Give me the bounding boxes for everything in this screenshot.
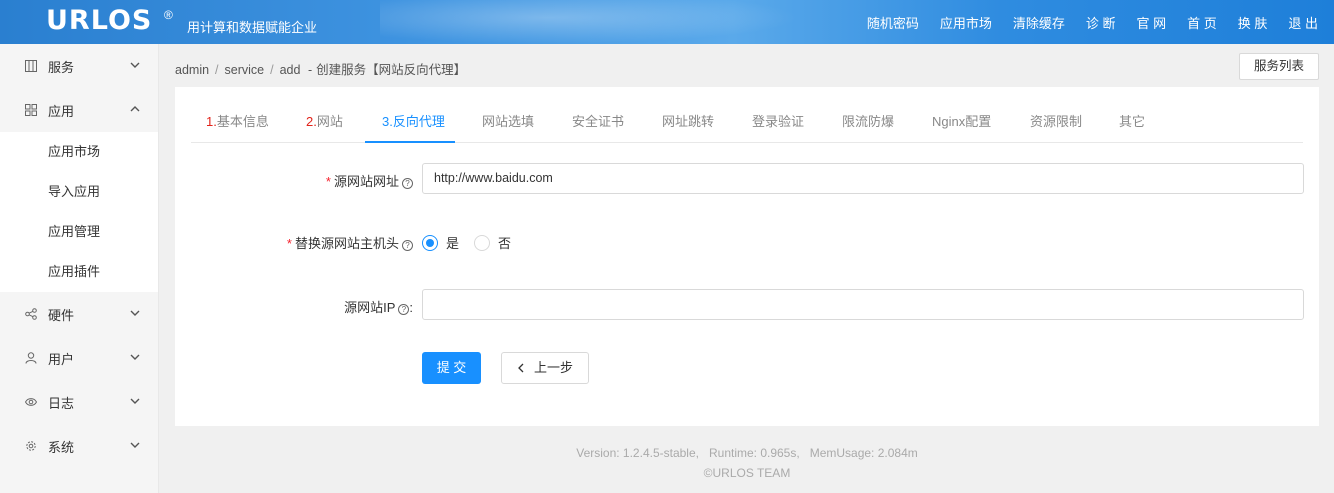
breadcrumb: admin / service / add - 创建服务【网站反向代理】 bbox=[175, 63, 467, 77]
question-icon[interactable]: ? bbox=[402, 240, 413, 251]
nav-clear-cache[interactable]: 清除缓存 bbox=[1013, 13, 1065, 32]
sidebar-item-label: 用户 bbox=[48, 351, 75, 367]
nav-random-password[interactable]: 随机密码 bbox=[867, 13, 919, 32]
sidebar-item-users[interactable]: 用户 bbox=[0, 336, 158, 380]
sidebar-item-label: 系统 bbox=[48, 439, 75, 455]
radio-unchecked-icon bbox=[474, 234, 490, 251]
form-card: 1.基本信息 2.网站 3.反向代理 网站选填 安全证书 网址跳转 登录验证 限… bbox=[175, 87, 1319, 426]
sidebar-item-label: 应用 bbox=[48, 103, 75, 119]
step-tabs: 1.基本信息 2.网站 3.反向代理 网站选填 安全证书 网址跳转 登录验证 限… bbox=[191, 101, 1303, 143]
source-ip-input[interactable] bbox=[422, 289, 1304, 320]
nav-app-market[interactable]: 应用市场 bbox=[940, 13, 992, 32]
footer: Version: 1.2.4.5-stable, Runtime: 0.965s… bbox=[175, 443, 1319, 483]
nav-skin[interactable]: 换 肤 bbox=[1238, 13, 1268, 32]
tagline: 用计算和数据赋能企业 bbox=[187, 20, 318, 35]
tab-nginx-config[interactable]: Nginx配置 bbox=[932, 101, 991, 143]
chevron-down-icon bbox=[130, 310, 140, 316]
tab-login-auth[interactable]: 登录验证 bbox=[752, 101, 804, 143]
user-icon bbox=[25, 352, 37, 364]
tab-ssl-cert[interactable]: 安全证书 bbox=[572, 101, 624, 143]
gear-icon bbox=[25, 440, 37, 452]
tab-website-optional[interactable]: 网站选填 bbox=[482, 101, 534, 143]
active-tab-indicator bbox=[365, 141, 455, 143]
question-icon[interactable]: ? bbox=[398, 304, 410, 315]
logo[interactable]: URLOS bbox=[46, 5, 152, 36]
sidebar-item-hardware[interactable]: 硬件 bbox=[0, 292, 158, 336]
sidebar-item-logs[interactable]: 日志 bbox=[0, 380, 158, 424]
tab-website[interactable]: 2.网站 bbox=[306, 101, 343, 143]
breadcrumb-admin[interactable]: admin bbox=[175, 63, 209, 77]
tab-reverse-proxy[interactable]: 3.反向代理 bbox=[382, 101, 445, 143]
sidebar-item-apps[interactable]: 应用 bbox=[0, 88, 158, 132]
submit-button[interactable]: 提 交 bbox=[422, 352, 481, 384]
sidebar-subitem-app-market[interactable]: 应用市场 bbox=[0, 132, 158, 172]
apps-icon bbox=[25, 104, 37, 116]
tab-other[interactable]: 其它 bbox=[1119, 101, 1145, 143]
nav-logout[interactable]: 退 出 bbox=[1288, 13, 1318, 32]
replace-host-no-radio[interactable]: 否 bbox=[474, 233, 511, 252]
replace-host-label: * 替换源网站主机头? bbox=[235, 233, 413, 252]
replace-host-yes-radio[interactable]: 是 bbox=[422, 233, 459, 252]
share-nodes-icon bbox=[25, 308, 37, 320]
top-header: URLOS ® 用计算和数据赋能企业 随机密码 应用市场 清除缓存 诊 断 官 … bbox=[0, 0, 1334, 44]
eye-icon bbox=[25, 396, 37, 408]
sidebar-item-label: 日志 bbox=[48, 395, 75, 411]
previous-step-button[interactable]: 上一步 bbox=[501, 352, 589, 384]
breadcrumb-service[interactable]: service bbox=[225, 63, 265, 77]
sidebar: 服务 应用 应用市场 导入应用 应用管理 应用插件 硬件 用户 日志 系统 bbox=[0, 44, 159, 493]
chevron-left-icon bbox=[518, 363, 524, 373]
tab-basic-info[interactable]: 1.基本信息 bbox=[206, 101, 269, 143]
breadcrumb-add: add bbox=[279, 63, 301, 77]
chevron-down-icon bbox=[130, 62, 140, 68]
nav-home[interactable]: 首 页 bbox=[1187, 13, 1217, 32]
nav-diagnose[interactable]: 诊 断 bbox=[1086, 13, 1116, 32]
breadcrumb-dash: - bbox=[307, 63, 313, 77]
sidebar-item-label: 硬件 bbox=[48, 307, 75, 323]
radio-checked-icon bbox=[422, 234, 438, 251]
source-ip-label: 源网站IP?: bbox=[344, 300, 413, 315]
grid-bars-icon bbox=[25, 60, 37, 72]
chevron-down-icon bbox=[130, 398, 140, 404]
apps-submenu: 应用市场 导入应用 应用管理 应用插件 bbox=[0, 132, 158, 292]
source-url-label: * 源网站网址? bbox=[275, 171, 413, 190]
tab-resource-limit[interactable]: 资源限制 bbox=[1030, 101, 1082, 143]
footer-copyright: ©URLOS TEAM bbox=[703, 466, 791, 480]
source-url-input[interactable]: http://www.baidu.com bbox=[422, 163, 1304, 194]
question-icon[interactable]: ? bbox=[402, 178, 413, 189]
chevron-up-icon bbox=[130, 106, 140, 112]
top-nav: 随机密码 应用市场 清除缓存 诊 断 官 网 首 页 换 肤 退 出 bbox=[846, 0, 1318, 44]
sidebar-item-label: 服务 bbox=[48, 59, 75, 75]
sidebar-subitem-app-plugins[interactable]: 应用插件 bbox=[0, 252, 158, 292]
tab-rate-limit[interactable]: 限流防爆 bbox=[842, 101, 894, 143]
chevron-down-icon bbox=[130, 442, 140, 448]
tab-url-redirect[interactable]: 网址跳转 bbox=[662, 101, 714, 143]
page-title: 创建服务【网站反向代理】 bbox=[316, 63, 467, 77]
chevron-down-icon bbox=[130, 354, 140, 360]
service-list-button[interactable]: 服务列表 bbox=[1239, 53, 1319, 80]
nav-official-site[interactable]: 官 网 bbox=[1137, 13, 1167, 32]
sidebar-item-service[interactable]: 服务 bbox=[0, 44, 158, 88]
footer-version: Version: 1.2.4.5-stable, Runtime: 0.965s… bbox=[576, 446, 918, 460]
registered-mark: ® bbox=[164, 8, 173, 22]
sidebar-subitem-app-manage[interactable]: 应用管理 bbox=[0, 212, 158, 252]
sidebar-subitem-import-app[interactable]: 导入应用 bbox=[0, 172, 158, 212]
sidebar-item-system[interactable]: 系统 bbox=[0, 424, 158, 468]
